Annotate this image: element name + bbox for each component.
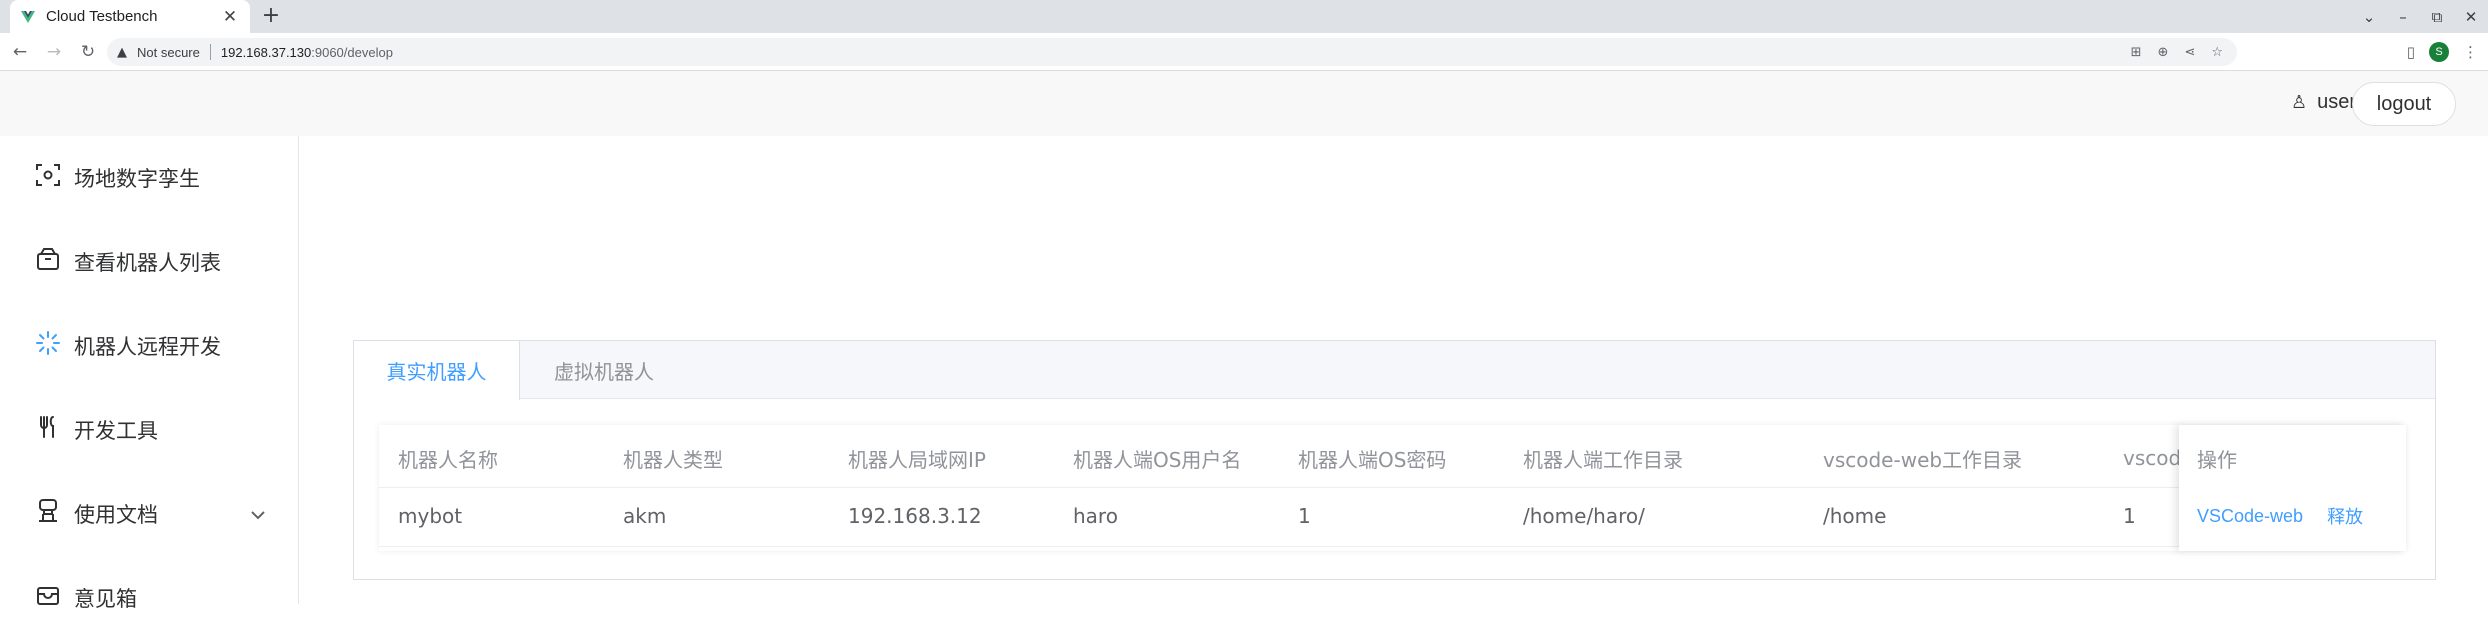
column-header: 机器人端OS密码 (1298, 447, 1447, 472)
sidebar-item-robot-list[interactable]: 查看机器人列表 (0, 220, 298, 304)
url-path[interactable]: :9060/develop (311, 45, 393, 60)
zoom-icon[interactable]: ⊕ (2158, 45, 2169, 60)
more-menu-icon[interactable]: ⋮ (2463, 43, 2478, 61)
table-cell: mybot (398, 504, 463, 528)
browser-tab-strip: Cloud Testbench ✕ + ⌄ – ⧉ ✕ (0, 0, 2488, 33)
sidebar-item-label: 开发工具 (74, 419, 158, 443)
bookmark-star-icon[interactable]: ☆ (2211, 45, 2223, 60)
robot-tabs-card: 真实机器人 虚拟机器人 机器人名称 机器人类型 机器人局域网IP 机器人端OS用… (353, 340, 2436, 580)
restore-icon[interactable]: ⧉ (2420, 8, 2454, 26)
box-icon (34, 246, 62, 278)
column-header-operations: 操作 (2197, 447, 2237, 472)
table-cell: akm (623, 504, 667, 528)
back-icon[interactable]: ← (6, 38, 34, 66)
chevron-down-icon[interactable] (250, 504, 266, 525)
profile-avatar[interactable]: S (2429, 42, 2449, 62)
column-header: vscod (2123, 446, 2179, 470)
loading-icon (34, 330, 62, 362)
row-divider (379, 546, 2406, 547)
url-host[interactable]: 192.168.37.130 (221, 45, 311, 60)
vscode-web-link[interactable]: VSCode-web (2197, 506, 2303, 527)
side-panel-icon[interactable]: ▯ (2407, 43, 2415, 61)
scan-icon (34, 162, 62, 194)
sidebar-item-label: 查看机器人列表 (74, 251, 221, 275)
translate-icon[interactable]: ⊞ (2131, 45, 2142, 60)
release-link[interactable]: 释放 (2327, 503, 2363, 529)
app-header: ♙ user logout (0, 71, 2488, 136)
share-icon[interactable]: ⋖ (2184, 45, 2195, 60)
sidebar: 场地数字孪生 查看机器人列表 机器人远程开发 开发工具 使用文档 意见箱 (0, 136, 299, 611)
address-bar[interactable]: ▲ Not secure 192.168.37.130:9060/develop… (107, 38, 2237, 66)
logout-button[interactable]: logout (2352, 82, 2456, 126)
warning-icon[interactable]: ▲ (117, 45, 127, 60)
sidebar-item-label: 场地数字孪生 (74, 167, 200, 191)
sidebar-item-digital-twin[interactable]: 场地数字孪生 (0, 136, 298, 220)
minimize-icon[interactable]: – (2386, 8, 2420, 26)
user-label: user (2317, 91, 2356, 113)
tabs-header: 真实机器人 虚拟机器人 (354, 341, 2435, 400)
sidebar-item-label: 机器人远程开发 (74, 335, 221, 359)
sidebar-item-label: 意见箱 (74, 587, 137, 611)
tab-real-robot[interactable]: 真实机器人 (354, 341, 520, 400)
window-controls: ⌄ – ⧉ ✕ (2352, 0, 2488, 33)
new-tab-button[interactable]: + (258, 4, 284, 30)
column-header: vscode-web工作目录 (1823, 447, 2023, 472)
security-label[interactable]: Not secure (137, 45, 200, 60)
table-cell: 192.168.3.12 (848, 504, 982, 528)
vue-logo-icon (21, 10, 35, 23)
tab-search-icon[interactable]: ⌄ (2352, 8, 2386, 26)
table-cell: 1 (1298, 504, 1311, 528)
column-header: 机器人端工作目录 (1523, 447, 1683, 472)
sidebar-item-label: 使用文档 (74, 503, 158, 527)
operations-column: 操作 VSCode-web 释放 (2179, 425, 2406, 551)
omnibox-divider (209, 44, 211, 60)
sidebar-item-feedback[interactable]: 意见箱 (0, 556, 298, 640)
table-cell: haro (1073, 504, 1118, 528)
toolbar-right: ▯ S ⋮ (2407, 33, 2488, 71)
column-header: 机器人局域网IP (848, 447, 986, 472)
table-cell: 1 (2123, 504, 2136, 528)
browser-tab[interactable]: Cloud Testbench ✕ (10, 0, 250, 33)
table-cell: /home (1823, 504, 1887, 528)
browser-toolbar: ← → ↻ ▲ Not secure 192.168.37.130:9060/d… (0, 33, 2488, 71)
sidebar-item-dev-tools[interactable]: 开发工具 (0, 388, 298, 472)
user-menu[interactable]: ♙ user (2291, 91, 2356, 114)
reload-icon[interactable]: ↻ (74, 38, 102, 66)
robot-table: 机器人名称 机器人类型 机器人局域网IP 机器人端OS用户名 机器人端OS密码 … (379, 425, 2406, 551)
table-cell: /home/haro/ (1523, 504, 1645, 528)
column-header: 机器人名称 (398, 447, 498, 472)
omnibox-actions: ⊞ ⊕ ⋖ ☆ (2131, 38, 2223, 66)
sidebar-item-remote-dev[interactable]: 机器人远程开发 (0, 304, 298, 388)
mailbox-icon (34, 582, 62, 614)
user-icon: ♙ (2290, 92, 2308, 113)
operations-cell: VSCode-web 释放 (2179, 487, 2406, 545)
close-tab-icon[interactable]: ✕ (220, 7, 240, 27)
browser-tab-title: Cloud Testbench (46, 8, 158, 25)
forward-icon[interactable]: → (40, 38, 68, 66)
close-window-icon[interactable]: ✕ (2454, 8, 2488, 26)
column-header: 机器人类型 (623, 447, 723, 472)
fork-spoon-icon (34, 414, 62, 446)
tab-virtual-robot[interactable]: 虚拟机器人 (520, 341, 688, 399)
sidebar-item-docs[interactable]: 使用文档 (0, 472, 298, 556)
column-header: 机器人端OS用户名 (1073, 447, 1242, 472)
document-icon (34, 498, 62, 530)
